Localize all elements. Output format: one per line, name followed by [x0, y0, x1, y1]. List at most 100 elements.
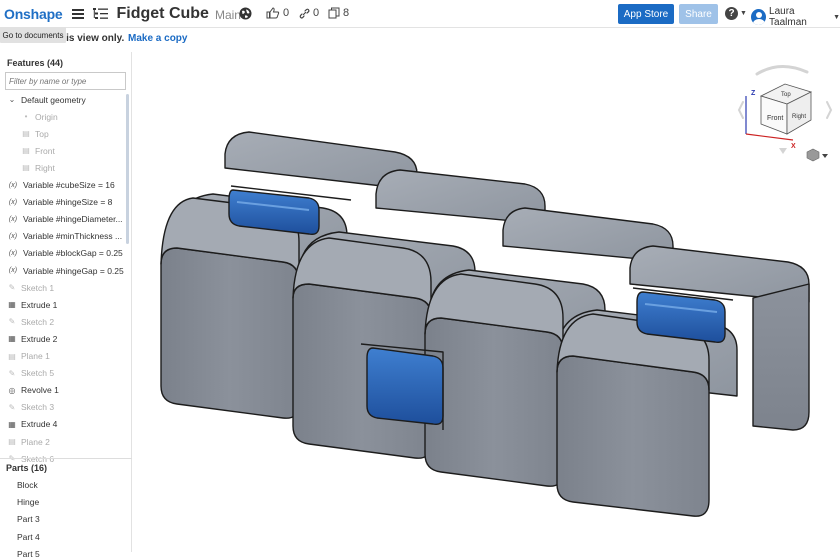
view-cube[interactable]: Top Front Right Z X: [735, 62, 835, 172]
feature-item-label: Plane 1: [21, 351, 50, 361]
user-menu[interactable]: Laura Taalman ▼: [751, 6, 840, 28]
parts-header: Parts (16): [6, 463, 48, 473]
feature-item-label: Variable #hingeGap = 0.25: [23, 265, 124, 276]
globe-icon[interactable]: [239, 7, 252, 20]
feature-item[interactable]: ▦ Extrude 2: [7, 331, 127, 346]
part-item[interactable]: Part 3: [17, 514, 40, 524]
feature-item[interactable]: (x) Variable #cubeSize = 16: [7, 178, 127, 193]
origin-icon: •: [24, 112, 28, 122]
fidget-cube-model[interactable]: [133, 52, 840, 552]
make-a-copy-link[interactable]: Make a copy: [128, 33, 187, 44]
part-item[interactable]: Block: [17, 480, 38, 490]
feature-item-label: Extrude 1: [21, 299, 58, 310]
view-cube-top-label[interactable]: Top: [781, 92, 791, 98]
x-axis: [745, 133, 794, 141]
sketch-icon: ✎: [8, 368, 16, 378]
axis-z-label: Z: [751, 90, 756, 97]
variable-icon: (x): [8, 215, 18, 223]
feature-item-label: Sketch 2: [21, 316, 55, 327]
help-menu[interactable]: ? ▼: [725, 7, 747, 20]
part-item[interactable]: Hinge: [17, 497, 39, 507]
feature-item[interactable]: (x) Variable #blockGap = 0.25: [7, 246, 127, 261]
revolve-icon: ◎: [8, 385, 16, 395]
variable-icon: (x): [8, 267, 18, 274]
feature-item[interactable]: ◎ Revolve 1: [7, 383, 127, 398]
feature-item[interactable]: ▦ Extrude 1: [7, 297, 127, 312]
variable-icon: (x): [8, 181, 18, 189]
caret-down-icon: ▼: [833, 13, 840, 21]
feature-list-icon[interactable]: [92, 7, 108, 21]
chevron-down-icon[interactable]: ⌄: [7, 95, 17, 104]
share-button[interactable]: Share: [679, 4, 718, 24]
document-title[interactable]: Fidget Cube: [117, 5, 209, 23]
variable-icon: (x): [8, 249, 18, 257]
feature-item[interactable]: ✎ Sketch 3: [7, 400, 127, 415]
feature-item-label: Right: [35, 162, 55, 173]
feature-item-label: Extrude 4: [21, 419, 58, 430]
user-avatar-icon: [751, 9, 767, 25]
thumbs-up-icon: [266, 7, 280, 19]
feature-item[interactable]: (x) Variable #hingeDiameter...: [7, 212, 127, 227]
feature-item[interactable]: (x) Variable #hingeGap = 0.25: [7, 263, 127, 278]
app-store-button[interactable]: App Store: [618, 4, 674, 24]
link-icon: [299, 8, 310, 19]
feature-item-label: Top: [35, 128, 49, 139]
feature-item[interactable]: (x) Variable #hingeSize = 8: [7, 195, 127, 210]
feature-item-label: Variable #blockGap = 0.25: [23, 248, 123, 259]
feature-item[interactable]: (x) Variable #minThickness ...: [7, 229, 127, 244]
extrude-icon: ▦: [8, 300, 16, 310]
feature-item[interactable]: ▦ Extrude 4: [7, 417, 127, 432]
feature-item[interactable]: ▤ Top: [21, 126, 141, 141]
part-item[interactable]: Part 4: [17, 532, 40, 542]
extrude-icon: ▦: [8, 334, 16, 344]
parts-divider: [0, 458, 132, 459]
copies-stat[interactable]: 8: [328, 7, 349, 19]
links-stat[interactable]: 0: [299, 7, 319, 19]
plane-icon: ▤: [8, 351, 16, 361]
feature-item-label: Plane 2: [21, 436, 50, 447]
sketch-icon: ✎: [8, 402, 16, 412]
feature-item[interactable]: • Origin: [21, 109, 141, 124]
feature-item[interactable]: ▤ Right: [21, 160, 141, 175]
feature-item[interactable]: ✎ Sketch 5: [7, 366, 127, 381]
feature-item[interactable]: ▤ Plane 2: [7, 434, 127, 449]
view-only-text: t is view only.: [60, 33, 125, 44]
feature-item-label: Sketch 3: [21, 402, 55, 413]
graphics-viewport[interactable]: [133, 52, 840, 552]
feature-item[interactable]: ⌄ Default geometry: [7, 92, 127, 107]
likes-count: 0: [283, 7, 290, 19]
feature-item-label: Default geometry: [21, 94, 86, 105]
links-count: 0: [313, 7, 320, 19]
plane-icon: ▤: [22, 146, 30, 156]
user-name: Laura Taalman: [769, 6, 807, 28]
menu-icon[interactable]: [71, 8, 84, 19]
view-cube-right-label[interactable]: Right: [792, 114, 806, 120]
feature-item[interactable]: ▤ Front: [21, 143, 141, 158]
features-header: Features (44): [7, 58, 64, 68]
variable-icon: (x): [8, 232, 18, 240]
view-options-icon[interactable]: [806, 148, 828, 162]
feature-item-label: Origin: [35, 111, 58, 122]
copy-icon: [328, 7, 340, 19]
onshape-logo[interactable]: Onshape: [4, 6, 63, 22]
sketch-icon: ✎: [8, 317, 16, 327]
variable-icon: (x): [8, 198, 18, 206]
arrow-down-icon[interactable]: [779, 148, 787, 154]
feature-item-label: Variable #hingeDiameter...: [23, 214, 123, 225]
sketch-icon: ✎: [8, 283, 16, 293]
view-cube-front-label[interactable]: Front: [767, 115, 783, 122]
feature-filter-input[interactable]: [5, 72, 126, 90]
copies-count: 8: [343, 7, 350, 19]
feature-item-label: Sketch 1: [21, 282, 55, 293]
help-icon: ?: [725, 7, 738, 20]
feature-item[interactable]: ✎ Sketch 1: [7, 280, 127, 295]
part-item[interactable]: Part 5: [17, 549, 40, 559]
likes-stat[interactable]: 0: [266, 7, 289, 19]
feature-item-label: Front: [35, 145, 55, 156]
feature-item[interactable]: ✎ Sketch 2: [7, 314, 127, 329]
view-only-bar: t is view only. Make a copy: [0, 29, 840, 49]
feature-item-label: Variable #minThickness ...: [23, 231, 123, 242]
plane-icon: ▤: [8, 437, 16, 446]
caret-down-icon: ▼: [740, 10, 747, 17]
feature-item[interactable]: ▤ Plane 1: [7, 349, 127, 364]
